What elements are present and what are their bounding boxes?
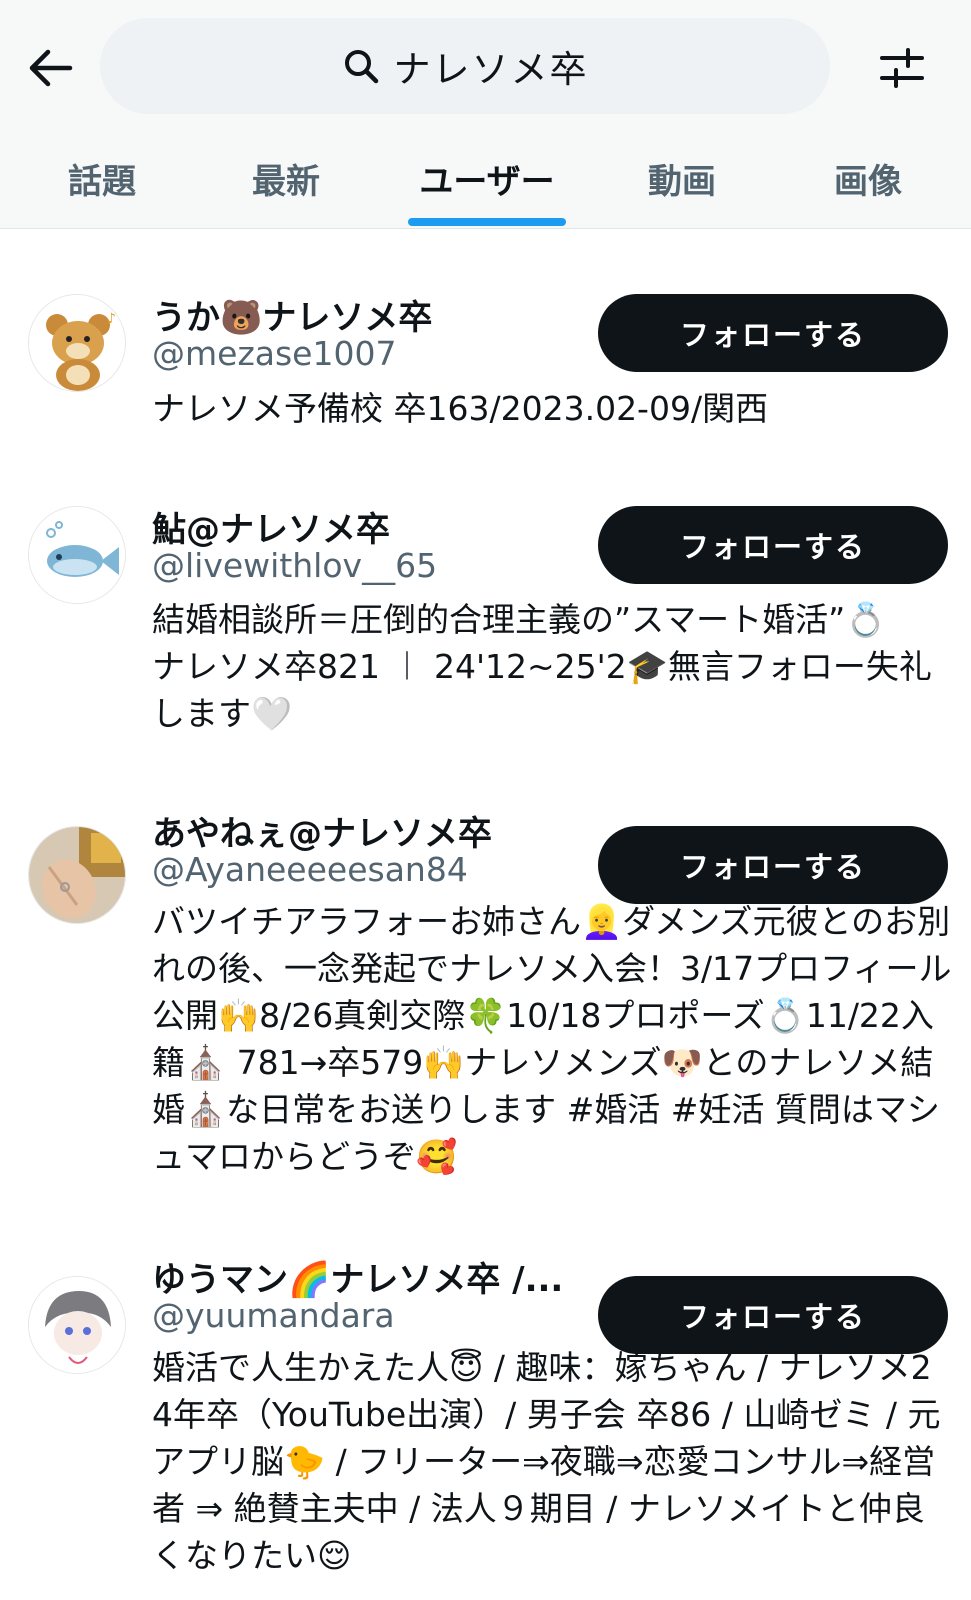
user-handle: @yuumandara bbox=[152, 1296, 395, 1335]
search-icon bbox=[344, 50, 378, 84]
user-display-name[interactable]: うか🐻ナレソメ卒 bbox=[152, 290, 432, 339]
avatar[interactable] bbox=[28, 506, 126, 604]
bear-avatar-image: ♪ bbox=[29, 295, 125, 391]
follow-button[interactable]: フォローする bbox=[598, 294, 948, 372]
back-arrow-icon bbox=[29, 49, 73, 87]
tab-bar: 話題 最新 ユーザー 動画 画像 bbox=[0, 140, 971, 228]
tab-videos[interactable]: 動画 bbox=[580, 140, 784, 228]
user-handle: @Ayaneeeeesan84 bbox=[152, 850, 468, 889]
avatar[interactable]: ♪ bbox=[28, 294, 126, 392]
follow-button[interactable]: フォローする bbox=[598, 826, 948, 904]
fish-avatar-image bbox=[29, 507, 125, 603]
user-bio: バツイチアラフォーお姉さん👱‍♀️ダメンズ元彼とのお別れの後、一念発起でナレソメ… bbox=[152, 902, 952, 1176]
tab-latest[interactable]: 最新 bbox=[184, 140, 388, 228]
search-settings-button[interactable] bbox=[872, 38, 932, 98]
tab-trending[interactable]: 話題 bbox=[0, 140, 204, 228]
user-display-name[interactable]: 鮎@ナレソメ卒 bbox=[152, 502, 390, 551]
back-button[interactable] bbox=[20, 38, 80, 98]
header-divider bbox=[0, 228, 971, 229]
tab-images[interactable]: 画像 bbox=[766, 140, 970, 228]
search-bar[interactable]: ナレソメ卒 bbox=[100, 18, 830, 114]
user-bio: 結婚相談所＝圧倒的合理主義の”スマート婚活”💍 ナレソメ卒821 ︱ 24'12… bbox=[152, 600, 932, 733]
avatar[interactable] bbox=[28, 1276, 126, 1374]
avatar[interactable] bbox=[28, 826, 126, 924]
tab-users[interactable]: ユーザー bbox=[384, 140, 590, 228]
active-tab-indicator bbox=[408, 218, 566, 226]
user-bio: ナレソメ予備校 卒163/2023.02-09/関西 bbox=[152, 389, 769, 428]
search-query: ナレソメ卒 bbox=[393, 48, 589, 91]
sliders-icon bbox=[880, 48, 924, 88]
user-handle: @mezase1007 bbox=[152, 334, 397, 373]
follow-button[interactable]: フォローする bbox=[598, 1276, 948, 1354]
anime-avatar-image bbox=[29, 1277, 125, 1373]
top-bar: ナレソメ卒 話題 最新 ユーザー 動画 画像 bbox=[0, 0, 971, 228]
user-display-name[interactable]: ゆうマン🌈ナレソメ卒 /... bbox=[152, 1252, 563, 1301]
user-display-name[interactable]: あやねぇ@ナレソメ卒 bbox=[152, 806, 492, 855]
user-bio: 婚活で人生かえた人😇 / 趣味：嫁ちゃん / ナレソメ24年卒（YouTube出… bbox=[152, 1348, 941, 1575]
svg-text:♪: ♪ bbox=[107, 311, 116, 327]
hand-photo-avatar-image bbox=[29, 827, 125, 923]
user-handle: @livewithlov__65 bbox=[152, 546, 438, 585]
follow-button[interactable]: フォローする bbox=[598, 506, 948, 584]
